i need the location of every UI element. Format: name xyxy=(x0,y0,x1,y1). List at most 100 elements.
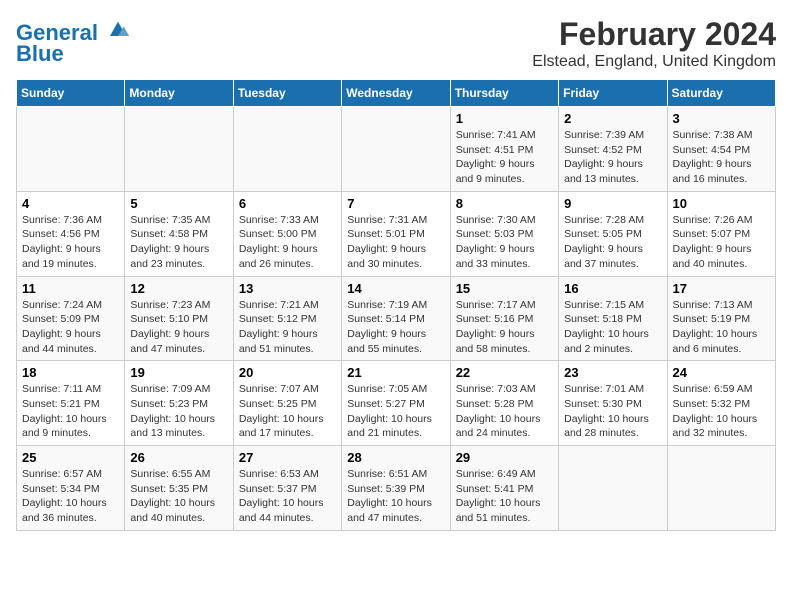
day-info: Sunrise: 6:53 AM Sunset: 5:37 PM Dayligh… xyxy=(239,467,336,526)
day-number: 8 xyxy=(456,196,553,211)
day-info: Sunrise: 7:28 AM Sunset: 5:05 PM Dayligh… xyxy=(564,213,661,272)
calendar-cell: 4 Sunrise: 7:36 AM Sunset: 4:56 PM Daylig… xyxy=(17,191,125,276)
day-number: 29 xyxy=(456,450,553,465)
day-info: Sunrise: 7:24 AM Sunset: 5:09 PM Dayligh… xyxy=(22,298,119,357)
calendar-cell: 17Sunrise: 7:13 AM Sunset: 5:19 PM Dayli… xyxy=(667,276,775,361)
day-number: 9 xyxy=(564,196,661,211)
day-number: 25 xyxy=(22,450,119,465)
day-number: 12 xyxy=(130,281,227,296)
day-number: 6 xyxy=(239,196,336,211)
calendar-cell: 3 Sunrise: 7:38 AM Sunset: 4:54 PM Daylig… xyxy=(667,107,775,192)
calendar-cell xyxy=(559,446,667,531)
day-number: 23 xyxy=(564,365,661,380)
calendar-cell: 15Sunrise: 7:17 AM Sunset: 5:16 PM Dayli… xyxy=(450,276,558,361)
calendar-cell xyxy=(342,107,450,192)
day-number: 18 xyxy=(22,365,119,380)
calendar-cell: 21 Sunrise: 7:05 AM Sunset: 5:27 PM Dayli… xyxy=(342,361,450,446)
calendar-cell xyxy=(667,446,775,531)
calendar-header-row: SundayMondayTuesdayWednesdayThursdayFrid… xyxy=(17,80,776,107)
page-subtitle: Elstead, England, United Kingdom xyxy=(532,53,776,71)
calendar-cell xyxy=(233,107,341,192)
calendar-cell: 22Sunrise: 7:03 AM Sunset: 5:28 PM Dayli… xyxy=(450,361,558,446)
calendar-cell: 11 Sunrise: 7:24 AM Sunset: 5:09 PM Dayli… xyxy=(17,276,125,361)
day-info: Sunrise: 7:03 AM Sunset: 5:28 PM Dayligh… xyxy=(456,382,553,441)
calendar-cell: 27 Sunrise: 6:53 AM Sunset: 5:37 PM Dayli… xyxy=(233,446,341,531)
calendar-cell: 8 Sunrise: 7:30 AM Sunset: 5:03 PM Daylig… xyxy=(450,191,558,276)
day-number: 4 xyxy=(22,196,119,211)
calendar-cell: 12 Sunrise: 7:23 AM Sunset: 5:10 PM Dayli… xyxy=(125,276,233,361)
day-info: Sunrise: 7:07 AM Sunset: 5:25 PM Dayligh… xyxy=(239,382,336,441)
col-header-thursday: Thursday xyxy=(450,80,558,107)
day-info: Sunrise: 7:23 AM Sunset: 5:10 PM Dayligh… xyxy=(130,298,227,357)
logo: General Blue xyxy=(16,16,130,67)
day-number: 28 xyxy=(347,450,444,465)
day-number: 24 xyxy=(673,365,770,380)
calendar-cell: 13 Sunrise: 7:21 AM Sunset: 5:12 PM Dayli… xyxy=(233,276,341,361)
day-number: 14 xyxy=(347,281,444,296)
calendar-cell xyxy=(17,107,125,192)
day-info: Sunrise: 6:59 AM Sunset: 5:32 PM Dayligh… xyxy=(673,382,770,441)
day-info: Sunrise: 7:39 AM Sunset: 4:52 PM Dayligh… xyxy=(564,128,661,187)
day-info: Sunrise: 7:09 AM Sunset: 5:23 PM Dayligh… xyxy=(130,382,227,441)
day-info: Sunrise: 7:35 AM Sunset: 4:58 PM Dayligh… xyxy=(130,213,227,272)
day-info: Sunrise: 7:30 AM Sunset: 5:03 PM Dayligh… xyxy=(456,213,553,272)
calendar-week-row: 18 Sunrise: 7:11 AM Sunset: 5:21 PM Dayli… xyxy=(17,361,776,446)
calendar-week-row: 4 Sunrise: 7:36 AM Sunset: 4:56 PM Daylig… xyxy=(17,191,776,276)
day-info: Sunrise: 6:49 AM Sunset: 5:41 PM Dayligh… xyxy=(456,467,553,526)
calendar-cell: 18 Sunrise: 7:11 AM Sunset: 5:21 PM Dayli… xyxy=(17,361,125,446)
page-title: February 2024 xyxy=(532,16,776,53)
day-number: 16 xyxy=(564,281,661,296)
day-info: Sunrise: 6:57 AM Sunset: 5:34 PM Dayligh… xyxy=(22,467,119,526)
day-number: 19 xyxy=(130,365,227,380)
calendar-cell: 9 Sunrise: 7:28 AM Sunset: 5:05 PM Daylig… xyxy=(559,191,667,276)
day-info: Sunrise: 7:15 AM Sunset: 5:18 PM Dayligh… xyxy=(564,298,661,357)
calendar-cell: 23 Sunrise: 7:01 AM Sunset: 5:30 PM Dayli… xyxy=(559,361,667,446)
calendar-cell: 20Sunrise: 7:07 AM Sunset: 5:25 PM Dayli… xyxy=(233,361,341,446)
day-info: Sunrise: 7:17 AM Sunset: 5:16 PM Dayligh… xyxy=(456,298,553,357)
logo-icon xyxy=(106,16,130,40)
calendar-cell: 29 Sunrise: 6:49 AM Sunset: 5:41 PM Dayli… xyxy=(450,446,558,531)
day-number: 11 xyxy=(22,281,119,296)
day-number: 5 xyxy=(130,196,227,211)
calendar-cell: 10Sunrise: 7:26 AM Sunset: 5:07 PM Dayli… xyxy=(667,191,775,276)
day-info: Sunrise: 7:33 AM Sunset: 5:00 PM Dayligh… xyxy=(239,213,336,272)
day-info: Sunrise: 7:41 AM Sunset: 4:51 PM Dayligh… xyxy=(456,128,553,187)
calendar-cell: 1 Sunrise: 7:41 AM Sunset: 4:51 PM Daylig… xyxy=(450,107,558,192)
day-number: 1 xyxy=(456,111,553,126)
day-info: Sunrise: 7:19 AM Sunset: 5:14 PM Dayligh… xyxy=(347,298,444,357)
day-info: Sunrise: 7:36 AM Sunset: 4:56 PM Dayligh… xyxy=(22,213,119,272)
day-info: Sunrise: 6:51 AM Sunset: 5:39 PM Dayligh… xyxy=(347,467,444,526)
calendar-cell: 26 Sunrise: 6:55 AM Sunset: 5:35 PM Dayli… xyxy=(125,446,233,531)
col-header-friday: Friday xyxy=(559,80,667,107)
day-number: 13 xyxy=(239,281,336,296)
day-info: Sunrise: 7:05 AM Sunset: 5:27 PM Dayligh… xyxy=(347,382,444,441)
calendar-cell: 7 Sunrise: 7:31 AM Sunset: 5:01 PM Daylig… xyxy=(342,191,450,276)
day-number: 21 xyxy=(347,365,444,380)
calendar-cell: 28 Sunrise: 6:51 AM Sunset: 5:39 PM Dayli… xyxy=(342,446,450,531)
day-number: 27 xyxy=(239,450,336,465)
calendar-cell xyxy=(125,107,233,192)
col-header-sunday: Sunday xyxy=(17,80,125,107)
day-info: Sunrise: 7:26 AM Sunset: 5:07 PM Dayligh… xyxy=(673,213,770,272)
day-number: 3 xyxy=(673,111,770,126)
header: General Blue February 2024 Elstead, Engl… xyxy=(16,16,776,71)
day-info: Sunrise: 7:01 AM Sunset: 5:30 PM Dayligh… xyxy=(564,382,661,441)
day-info: Sunrise: 7:38 AM Sunset: 4:54 PM Dayligh… xyxy=(673,128,770,187)
day-info: Sunrise: 7:21 AM Sunset: 5:12 PM Dayligh… xyxy=(239,298,336,357)
day-number: 7 xyxy=(347,196,444,211)
day-number: 26 xyxy=(130,450,227,465)
title-block: February 2024 Elstead, England, United K… xyxy=(532,16,776,71)
calendar-cell: 2 Sunrise: 7:39 AM Sunset: 4:52 PM Daylig… xyxy=(559,107,667,192)
day-info: Sunrise: 7:31 AM Sunset: 5:01 PM Dayligh… xyxy=(347,213,444,272)
day-number: 2 xyxy=(564,111,661,126)
calendar-table: SundayMondayTuesdayWednesdayThursdayFrid… xyxy=(16,79,776,531)
day-info: Sunrise: 7:11 AM Sunset: 5:21 PM Dayligh… xyxy=(22,382,119,441)
col-header-monday: Monday xyxy=(125,80,233,107)
calendar-cell: 6 Sunrise: 7:33 AM Sunset: 5:00 PM Daylig… xyxy=(233,191,341,276)
col-header-tuesday: Tuesday xyxy=(233,80,341,107)
calendar-cell: 16 Sunrise: 7:15 AM Sunset: 5:18 PM Dayli… xyxy=(559,276,667,361)
calendar-cell: 24 Sunrise: 6:59 AM Sunset: 5:32 PM Dayli… xyxy=(667,361,775,446)
calendar-cell: 19 Sunrise: 7:09 AM Sunset: 5:23 PM Dayli… xyxy=(125,361,233,446)
calendar-week-row: 11 Sunrise: 7:24 AM Sunset: 5:09 PM Dayli… xyxy=(17,276,776,361)
day-info: Sunrise: 6:55 AM Sunset: 5:35 PM Dayligh… xyxy=(130,467,227,526)
